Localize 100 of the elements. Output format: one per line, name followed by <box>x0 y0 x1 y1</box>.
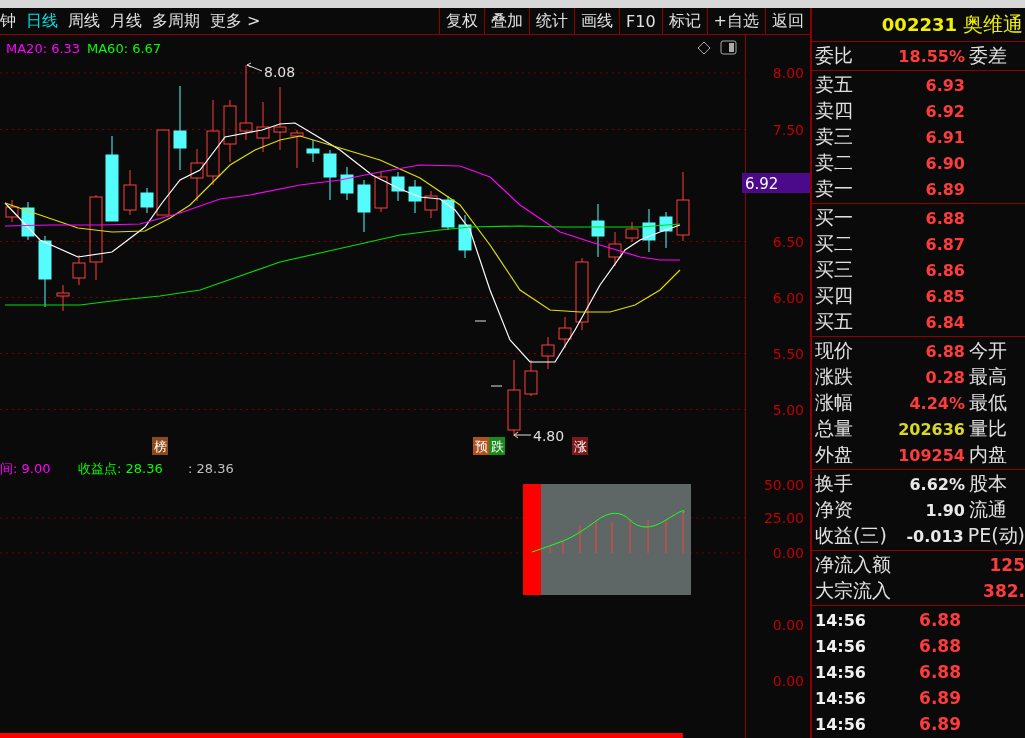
candlestick <box>524 359 538 397</box>
candlestick <box>5 199 19 223</box>
signal-tag: 榜 <box>152 437 168 455</box>
trade-price: 6.88 <box>918 636 961 656</box>
period-tab[interactable]: 更多 > <box>210 10 261 32</box>
quote-label: 卖二 <box>814 150 854 175</box>
quote-value: 1.90 <box>924 500 965 520</box>
candlestick <box>391 171 405 202</box>
axis-label: 8.00 <box>772 65 804 81</box>
candlestick <box>123 169 137 216</box>
quote-value: 382. <box>982 581 1025 601</box>
quote-value: 0.28 <box>924 367 965 387</box>
low-price-label: 4.80 <box>533 428 565 444</box>
candlestick <box>290 129 304 169</box>
axis-label: 0.00 <box>772 673 804 689</box>
candlestick <box>441 195 455 231</box>
quote-label: 委比 <box>814 43 854 68</box>
candlestick <box>642 208 656 253</box>
quote-value: 6.92 <box>924 101 965 121</box>
candlestick <box>558 316 572 349</box>
candlestick <box>357 179 371 233</box>
candlestick <box>408 179 422 214</box>
axis-label: 0.00 <box>772 617 804 633</box>
quote-label: 总量 <box>814 416 854 441</box>
signal-tag: 预 <box>473 437 489 455</box>
trade-time: 14:56 <box>814 636 867 656</box>
legend-label: MA60: 6.67 <box>87 41 162 56</box>
quote-label: 流通 <box>968 497 1007 522</box>
candlestick <box>541 336 555 370</box>
trade-price: 6.88 <box>918 610 961 630</box>
trade-time: 14:56 <box>814 662 867 682</box>
quote-value: 6.93 <box>924 75 965 95</box>
quote-label: 外盘 <box>814 442 854 467</box>
quote-value: 109254 <box>897 445 965 465</box>
axis-label: 50.00 <box>763 477 804 493</box>
quote-value: 4.24% <box>908 393 965 413</box>
quote-label: 换手 <box>814 471 854 496</box>
period-tab[interactable]: 日线 <box>26 10 58 32</box>
signal-tag: 跌 <box>489 437 505 455</box>
candlestick <box>608 231 622 267</box>
quote-label: PE(动) <box>966 523 1025 548</box>
trade-price: 6.89 <box>918 714 961 734</box>
price-tag-label: 6.92 <box>745 175 779 193</box>
quote-label: 买四 <box>814 283 854 308</box>
quote-value: -0.013 <box>905 526 964 546</box>
trade-time: 14:56 <box>814 688 867 708</box>
quote-label: 大宗流入 <box>814 578 892 603</box>
quote-label: 最高 <box>968 364 1007 389</box>
toggle-icon <box>720 40 737 55</box>
quote-label: 买五 <box>814 309 854 334</box>
quote-label: 买二 <box>814 231 854 256</box>
candlestick <box>591 203 605 258</box>
period-tab[interactable]: 多周期 <box>152 10 200 32</box>
legend-label: MA20: 6.33 <box>6 41 81 56</box>
axis-label: 5.50 <box>772 345 804 362</box>
leader-line <box>246 62 263 72</box>
candlestick <box>21 201 35 241</box>
quote-label: 最低 <box>968 390 1007 415</box>
candlestick <box>625 221 639 243</box>
quote-label: 卖三 <box>814 124 854 149</box>
leader-line <box>513 431 532 439</box>
quote-label: 委差 <box>968 43 1007 68</box>
quote-value: 125 <box>988 555 1025 575</box>
candlestick <box>256 101 270 153</box>
axis-label: 7.50 <box>772 121 804 138</box>
axis-label: 25.00 <box>763 510 804 526</box>
quote-label: 今开 <box>968 338 1007 363</box>
quote-label: 买一 <box>814 205 854 230</box>
axis-label: 6.50 <box>772 233 804 250</box>
quote-value: 6.84 <box>924 312 965 332</box>
quote-label: 量比 <box>968 416 1007 441</box>
candlestick <box>190 148 204 202</box>
legend-label: : 28.36 <box>188 461 234 476</box>
dash-mark <box>474 320 487 322</box>
dash-mark <box>490 385 503 387</box>
trade-price: 6.88 <box>918 662 961 682</box>
quote-label: 涨跌 <box>814 364 854 389</box>
candlestick <box>424 190 438 219</box>
quote-label: 净流入额 <box>814 552 892 577</box>
period-tab[interactable]: 月线 <box>110 10 142 32</box>
candlestick <box>273 86 287 151</box>
candlestick <box>323 149 337 201</box>
quote-value: 6.85 <box>924 286 965 306</box>
period-tab[interactable]: 周线 <box>68 10 100 32</box>
axis-label: 6.00 <box>772 289 804 306</box>
axis-label: 0.00 <box>772 545 804 561</box>
quote-label: 卖一 <box>814 176 854 201</box>
period-tab[interactable]: 钟 <box>0 10 16 32</box>
legend-label: 间: 9.00 <box>0 461 51 476</box>
quote-label: 卖五 <box>814 72 854 97</box>
candlestick <box>56 284 70 312</box>
candlestick <box>340 166 354 201</box>
diamond-icon <box>697 41 711 55</box>
quote-label: 买三 <box>814 257 854 282</box>
quote-label: 涨幅 <box>814 390 854 415</box>
candlestick <box>140 187 154 214</box>
axis-label: 5.00 <box>772 401 804 418</box>
quote-value: 18.55% <box>897 46 965 66</box>
candlestick <box>223 99 237 163</box>
candlestick <box>306 139 320 163</box>
